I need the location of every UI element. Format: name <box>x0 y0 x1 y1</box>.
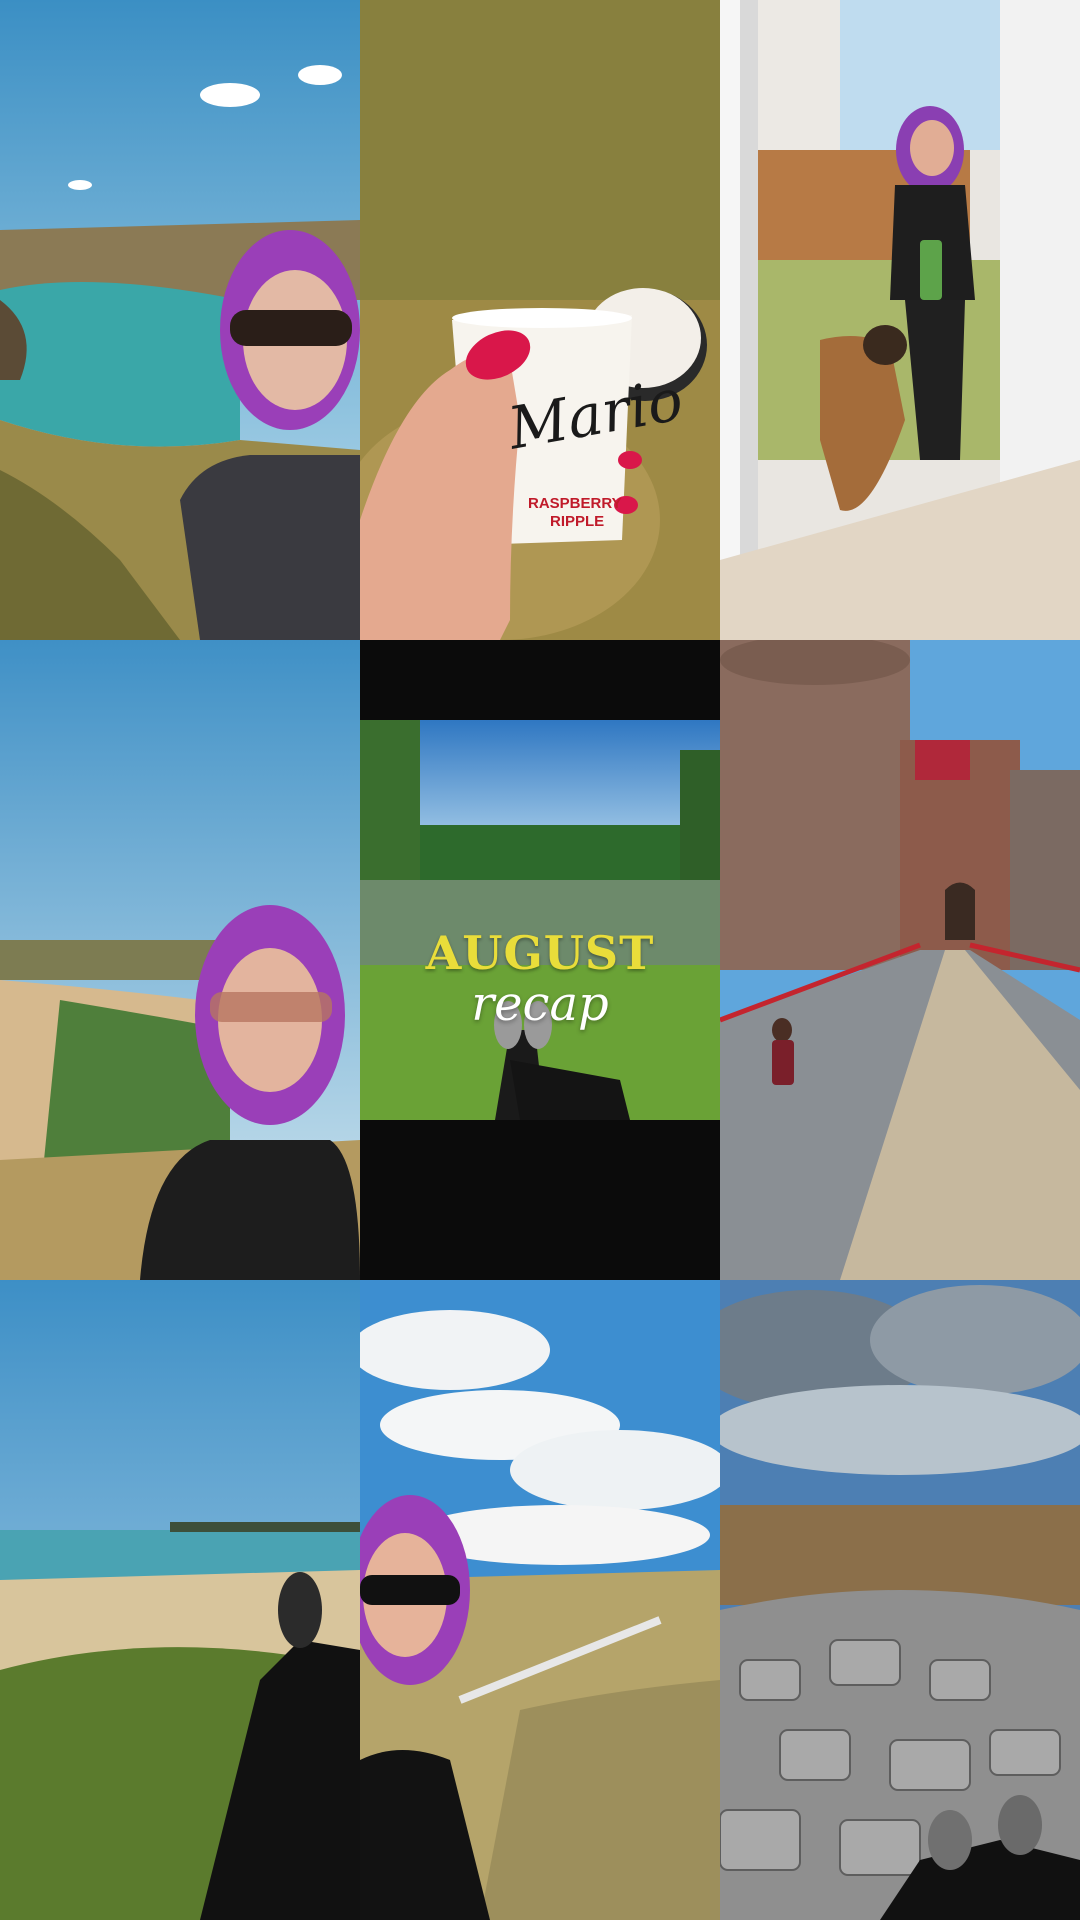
photo-rocky-moor[interactable] <box>720 1280 1080 1920</box>
valley-selfie-image <box>360 1280 720 1920</box>
icecream-cup-image <box>360 0 720 640</box>
castle-bridge-image <box>720 640 1080 1280</box>
beach-legs-image <box>0 1280 360 1920</box>
photo-valley-selfie[interactable] <box>360 1280 720 1920</box>
beach-selfie-image <box>0 640 360 1280</box>
woman-dog-image <box>720 0 1080 640</box>
photo-beach-legs[interactable] <box>0 1280 360 1920</box>
photo-beach-selfie[interactable] <box>0 640 360 1280</box>
lake-legs-image <box>360 640 720 1280</box>
photo-coast-selfie[interactable] <box>0 0 360 640</box>
photo-collage-grid: Mario RASPBERRY RIPPLE AUGUST recap <box>0 0 1080 1920</box>
photo-august-recap-title[interactable]: AUGUST recap <box>360 640 720 1280</box>
photo-icecream-cup[interactable]: Mario RASPBERRY RIPPLE <box>360 0 720 640</box>
photo-castle-bridge[interactable] <box>720 640 1080 1280</box>
coast-selfie-image <box>0 0 360 640</box>
rocky-moor-image <box>720 1280 1080 1920</box>
photo-woman-with-dog[interactable] <box>720 0 1080 640</box>
